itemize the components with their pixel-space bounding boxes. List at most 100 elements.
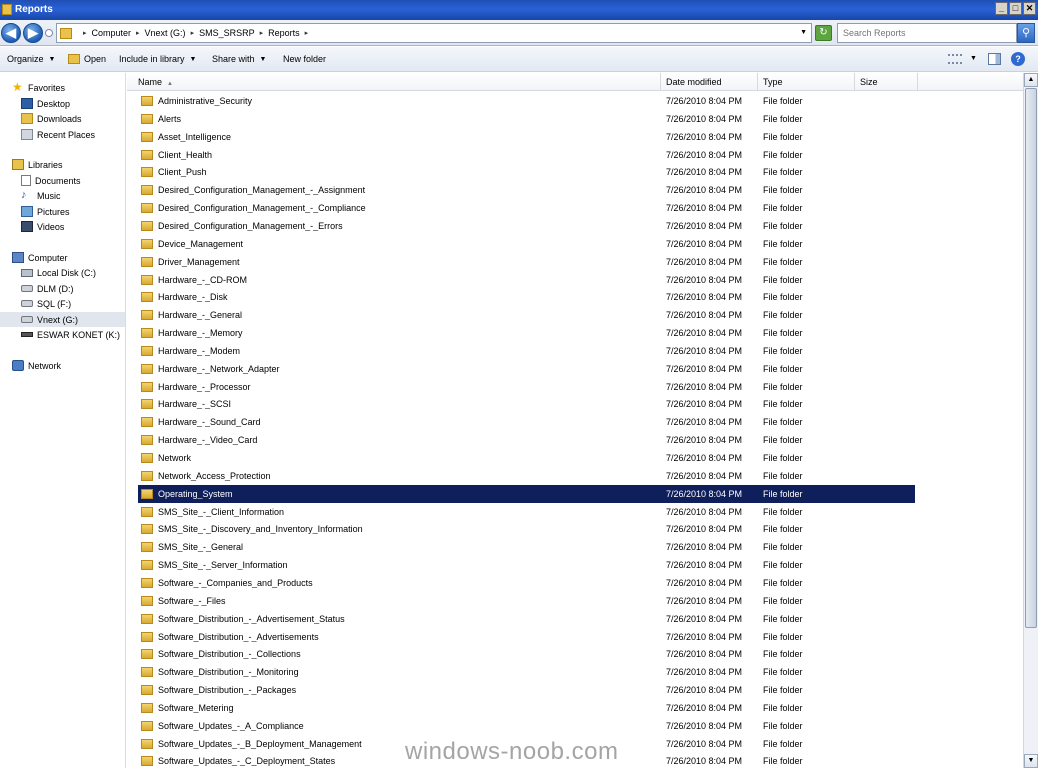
network-icon — [12, 360, 24, 371]
nav-computer[interactable]: Computer — [12, 250, 137, 265]
breadcrumb-vnext[interactable]: Vnext (G:) — [145, 28, 186, 38]
nav-drive-g[interactable]: Vnext (G:) — [0, 312, 125, 327]
file-row[interactable]: Client_Push 7/26/2010 8:04 PM File folder — [138, 163, 915, 181]
file-type: File folder — [763, 417, 803, 428]
column-header-size[interactable]: Size — [855, 73, 918, 91]
file-row[interactable]: Software_Distribution_-_Advertisements 7/… — [138, 628, 915, 646]
file-row[interactable]: Software_Updates_-_A_Compliance 7/26/2010… — [138, 717, 915, 735]
open-button[interactable]: Open — [68, 54, 106, 64]
file-row[interactable]: Alerts 7/26/2010 8:04 PM File folder — [138, 110, 915, 128]
refresh-button[interactable]: ↻ — [815, 25, 832, 41]
file-row[interactable]: Network 7/26/2010 8:04 PM File folder — [138, 449, 915, 467]
chevron-right-icon[interactable]: ▸ — [136, 29, 140, 37]
file-date: 7/26/2010 8:04 PM — [666, 577, 743, 588]
file-name: SMS_Site_-_Server_Information — [158, 560, 288, 571]
column-header-row: Name ▲ Date modified Type Size — [127, 73, 1023, 91]
file-date: 7/26/2010 8:04 PM — [666, 667, 743, 678]
file-row[interactable]: Software_Metering 7/26/2010 8:04 PM File f… — [138, 699, 915, 717]
folder-icon — [141, 435, 153, 446]
file-row[interactable]: SMS_Site_-_Discovery_and_Inventory_Infor… — [138, 520, 915, 538]
file-name: Hardware_-_Sound_Card — [158, 417, 261, 428]
window-controls: _ □ ✕ — [995, 2, 1036, 15]
share-with-button[interactable]: Share with ▼ — [212, 54, 266, 64]
chevron-right-icon[interactable]: ▸ — [305, 29, 309, 37]
folder-icon — [141, 203, 153, 214]
file-row[interactable]: Desired_Configuration_Management_-_Assig… — [138, 181, 915, 199]
file-row[interactable]: Device_Management 7/26/2010 8:04 PM File f… — [138, 235, 915, 253]
file-row[interactable]: Software_Distribution_-_Monitoring 7/26/2… — [138, 663, 915, 681]
chevron-down-icon[interactable]: ▼ — [800, 29, 807, 36]
file-row[interactable]: Hardware_-_CD-ROM 7/26/2010 8:04 PM File f… — [138, 271, 915, 289]
column-header-type[interactable]: Type — [758, 73, 855, 91]
column-header-name[interactable]: Name ▲ — [133, 73, 661, 91]
search-input-wrapper[interactable] — [837, 23, 1017, 43]
minimize-button[interactable]: _ — [995, 2, 1008, 15]
file-row[interactable]: Asset_Intelligence 7/26/2010 8:04 PM File … — [138, 128, 915, 146]
file-row[interactable]: Hardware_-_Sound_Card 7/26/2010 8:04 PM Fi… — [138, 413, 915, 431]
view-options-icon[interactable] — [948, 54, 962, 64]
include-in-library-button[interactable]: Include in library ▼ — [119, 54, 196, 64]
vertical-scrollbar[interactable]: ▲ ▼ — [1023, 73, 1038, 768]
help-icon[interactable]: ? — [1011, 52, 1025, 66]
file-row[interactable]: Hardware_-_Processor 7/26/2010 8:04 PM Fil… — [138, 378, 915, 396]
file-row[interactable]: Client_Health 7/26/2010 8:04 PM File folde… — [138, 146, 915, 164]
drive-icon — [21, 300, 33, 307]
file-row[interactable]: Desired_Configuration_Management_-_Compl… — [138, 199, 915, 217]
folder-icon — [141, 488, 153, 499]
preview-pane-icon[interactable] — [988, 53, 1001, 65]
file-row[interactable]: Software_-_Companies_and_Products 7/26/20… — [138, 574, 915, 592]
organize-button[interactable]: Organize ▼ — [7, 54, 55, 64]
file-type: File folder — [763, 667, 803, 678]
file-row[interactable]: SMS_Site_-_General 7/26/2010 8:04 PM File … — [138, 538, 915, 556]
scroll-up-button[interactable]: ▲ — [1024, 73, 1038, 87]
file-date: 7/26/2010 8:04 PM — [666, 417, 743, 428]
file-row[interactable]: Driver_Management 7/26/2010 8:04 PM File f… — [138, 253, 915, 271]
nav-network[interactable]: Network — [12, 358, 137, 373]
videos-icon — [21, 221, 33, 232]
file-row[interactable]: Hardware_-_Network_Adapter 7/26/2010 8:04… — [138, 360, 915, 378]
column-header-date[interactable]: Date modified — [661, 73, 758, 91]
file-row[interactable]: SMS_Site_-_Server_Information 7/26/2010 8… — [138, 556, 915, 574]
nav-libraries[interactable]: Libraries — [12, 157, 137, 172]
nav-pictures-label: Pictures — [37, 206, 70, 217]
breadcrumb[interactable]: ▸ Computer ▸ Vnext (G:) ▸ SMS_SRSRP ▸ Re… — [56, 23, 812, 43]
nav-favorites[interactable]: ★ Favorites — [12, 80, 137, 95]
file-row[interactable]: Hardware_-_Disk 7/26/2010 8:04 PM File fol… — [138, 288, 915, 306]
nav-recent-label: Recent Places — [37, 129, 96, 140]
chevron-right-icon[interactable]: ▸ — [83, 29, 87, 37]
file-name: Client_Health — [158, 149, 213, 160]
forward-button[interactable]: ▶ — [23, 23, 43, 43]
scroll-thumb[interactable] — [1025, 88, 1037, 628]
search-icon[interactable]: ⚲ — [1017, 23, 1035, 43]
file-row[interactable]: Network_Access_Protection 7/26/2010 8:04 … — [138, 467, 915, 485]
close-button[interactable]: ✕ — [1023, 2, 1036, 15]
search-input[interactable] — [838, 24, 1016, 42]
file-row[interactable]: Software_Distribution_-_Advertisement_St… — [138, 610, 915, 628]
file-row[interactable]: Operating_System 7/26/2010 8:04 PM File fo… — [138, 484, 915, 503]
file-row[interactable]: Hardware_-_Memory 7/26/2010 8:04 PM File f… — [138, 324, 915, 342]
scroll-down-button[interactable]: ▼ — [1024, 754, 1038, 768]
file-row[interactable]: Hardware_-_Modem 7/26/2010 8:04 PM File fo… — [138, 342, 915, 360]
chevron-right-icon[interactable]: ▸ — [191, 29, 195, 37]
new-folder-button[interactable]: New folder — [283, 54, 326, 64]
file-row[interactable]: Administrative_Security 7/26/2010 8:04 PM… — [138, 92, 915, 110]
file-row[interactable]: Desired_Configuration_Management_-_Error… — [138, 217, 915, 235]
chevron-right-icon[interactable]: ▸ — [260, 29, 264, 37]
recent-pages-button[interactable] — [45, 29, 53, 37]
chevron-down-icon[interactable]: ▼ — [970, 55, 977, 62]
file-row[interactable]: Software_Distribution_-_Collections 7/26/… — [138, 645, 915, 663]
file-row[interactable]: Hardware_-_General 7/26/2010 8:04 PM File … — [138, 306, 915, 324]
file-row[interactable]: Hardware_-_SCSI 7/26/2010 8:04 PM File fol… — [138, 395, 915, 413]
file-row[interactable]: Hardware_-_Video_Card 7/26/2010 8:04 PM Fi… — [138, 431, 915, 449]
breadcrumb-reports[interactable]: Reports — [268, 28, 300, 38]
back-button[interactable]: ◀ — [1, 23, 21, 43]
file-row[interactable]: Software_-_Files 7/26/2010 8:04 PM File fo… — [138, 592, 915, 610]
file-row[interactable]: SMS_Site_-_Client_Information 7/26/2010 8… — [138, 503, 915, 521]
breadcrumb-computer[interactable]: Computer — [92, 28, 132, 38]
maximize-button[interactable]: □ — [1009, 2, 1022, 15]
breadcrumb-sms-srsrp[interactable]: SMS_SRSRP — [199, 28, 255, 38]
file-type: File folder — [763, 506, 803, 517]
star-icon: ★ — [12, 79, 23, 94]
file-row[interactable]: Software_Distribution_-_Packages 7/26/201… — [138, 681, 915, 699]
nav-downloads-label: Downloads — [37, 113, 82, 124]
